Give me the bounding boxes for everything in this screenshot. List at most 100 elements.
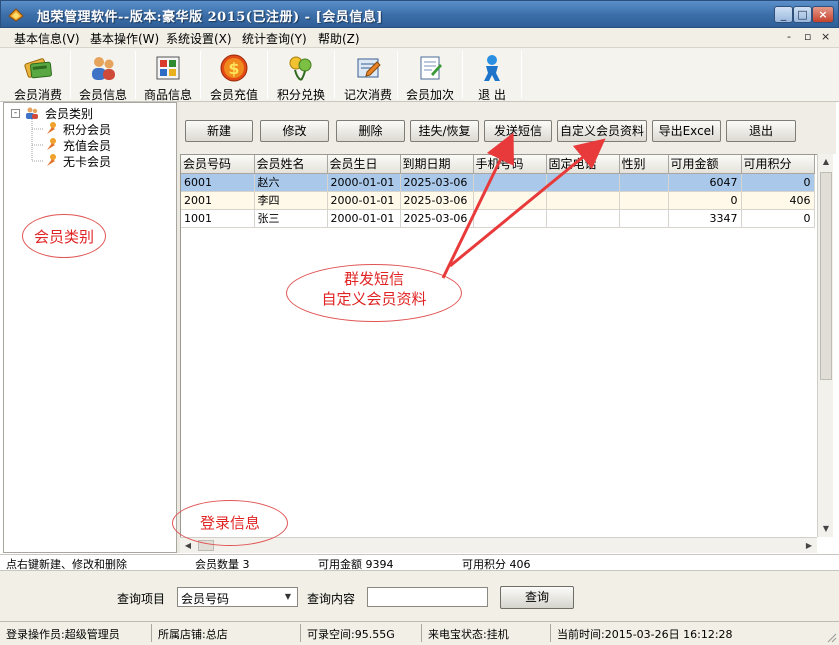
cell-balance: 3347 <box>668 209 742 228</box>
resize-grip-icon[interactable] <box>825 631 837 643</box>
table-row[interactable]: 2001 李四 2000-01-01 2025-03-06 0 406 <box>181 191 815 210</box>
toolbar-recharge[interactable]: $ 会员充值 <box>203 50 265 102</box>
annotation-login-info: 登录信息 <box>199 514 260 532</box>
member-table: 会员号码 会员姓名 会员生日 到期日期 手机号码 固定电话 性别 可用金额 可用… <box>180 154 817 537</box>
column-header-member-no[interactable]: 会员号码 <box>181 155 255 174</box>
toolbar-add-count[interactable]: 会员加次 <box>400 50 460 102</box>
toolbar-label: 积分兑换 <box>276 88 325 102</box>
cell-balance: 0 <box>668 191 742 210</box>
query-button[interactable]: 查询 <box>500 586 574 609</box>
report-loss-button[interactable]: 挂失/恢复 <box>410 120 479 142</box>
menu-basic-info[interactable]: 基本信息(V) <box>14 30 80 47</box>
cell-gender <box>619 209 669 228</box>
cell-member-no: 2001 <box>181 191 255 210</box>
column-header-phone[interactable]: 固定电话 <box>546 155 620 174</box>
toolbar-label: 记次消费 <box>343 88 392 102</box>
toolbar-label: 会员消费 <box>13 88 62 102</box>
points-exchange-icon <box>289 56 312 81</box>
status-bar: 登录操作员:超级管理员 所属店铺:总店 可录空间:95.55G 来电宝状态:挂机… <box>0 621 839 645</box>
query-item-select[interactable]: 会员号码 ▼ <box>177 587 298 607</box>
toolbar-product-info[interactable]: 商品信息 <box>138 50 198 102</box>
window-title: 旭荣管理软件--版本:豪华版 2015(已注册) - [会员信息] <box>37 10 383 25</box>
send-sms-button[interactable]: 发送短信 <box>484 120 552 142</box>
column-header-mobile[interactable]: 手机号码 <box>473 155 547 174</box>
cell-member-no: 1001 <box>181 209 255 228</box>
column-header-points[interactable]: 可用积分 <box>741 155 815 174</box>
cell-member-name: 张三 <box>254 209 328 228</box>
horizontal-scrollbar[interactable]: ◀ ▶ <box>180 537 817 553</box>
toolbar-member-consume[interactable]: 会员消费 <box>6 50 70 102</box>
new-button[interactable]: 新建 <box>185 120 253 142</box>
toolbar-label: 会员充值 <box>209 88 258 102</box>
cell-points: 0 <box>741 173 815 192</box>
member-info-icon <box>92 57 115 80</box>
query-content-label: 查询内容 <box>307 592 356 606</box>
vertical-scrollbar[interactable]: ▲ ▼ <box>817 154 833 537</box>
toolbar-member-info[interactable]: 会员信息 <box>73 50 133 102</box>
cell-points: 406 <box>741 191 815 210</box>
action-button-bar: 新建 修改 删除 挂失/恢复 发送短信 自定义会员资料 导出Excel 退出 <box>180 102 836 154</box>
recharge-icon: $ <box>220 54 248 82</box>
tree-item-no-card-member[interactable]: 无卡会员 <box>63 153 111 169</box>
maximize-button[interactable]: □ <box>793 6 812 23</box>
delete-button[interactable]: 删除 <box>336 120 405 142</box>
cell-balance: 6047 <box>668 173 742 192</box>
cell-gender <box>619 173 669 192</box>
column-header-birthday[interactable]: 会员生日 <box>327 155 401 174</box>
app-logo-icon <box>8 8 24 22</box>
minimize-button[interactable]: _ <box>774 6 793 23</box>
menu-help[interactable]: 帮助(Z) <box>318 30 360 47</box>
toolbar-count-consume[interactable]: 记次消费 <box>337 50 399 102</box>
column-header-member-name[interactable]: 会员姓名 <box>254 155 328 174</box>
member-count: 会员数量 3 <box>195 558 250 571</box>
menu-bar: 基本信息(V) 基本操作(W) 系统设置(X) 统计查询(Y) 帮助(Z) - … <box>0 28 839 47</box>
cell-points: 0 <box>741 209 815 228</box>
scroll-up-icon[interactable]: ▲ <box>818 154 834 170</box>
member-consume-icon <box>24 58 52 79</box>
export-excel-button[interactable]: 导出Excel <box>652 120 721 142</box>
close-button[interactable]: × <box>812 6 834 23</box>
column-header-gender[interactable]: 性别 <box>619 155 669 174</box>
exit-button[interactable]: 退出 <box>726 120 796 142</box>
total-balance: 可用金额 9394 <box>318 558 394 571</box>
edit-button[interactable]: 修改 <box>260 120 329 142</box>
cell-member-name: 李四 <box>254 191 328 210</box>
svg-text:$: $ <box>228 59 239 78</box>
column-header-expiry[interactable]: 到期日期 <box>400 155 474 174</box>
custom-member-fields-button[interactable]: 自定义会员资料 <box>557 120 647 142</box>
table-row[interactable]: 6001 赵六 2000-01-01 2025-03-06 6047 0 <box>181 173 815 192</box>
menu-statistics-query[interactable]: 统计查询(Y) <box>242 30 307 47</box>
status-operator: 登录操作员:超级管理员 <box>6 628 120 641</box>
context-menu-hint: 点右键新建、修改和删除 <box>6 558 127 571</box>
query-content-input[interactable] <box>367 587 488 607</box>
cell-mobile <box>473 209 547 228</box>
query-item-value: 会员号码 <box>181 592 230 606</box>
toolbar: 会员消费 会员信息 商品信息 $ 会员充值 积分兑换 记次消费 会员加次 退 出 <box>0 47 839 102</box>
tree-item-recharge-member[interactable]: 充值会员 <box>63 137 111 153</box>
toolbar-label: 退 出 <box>478 88 506 102</box>
toolbar-exit[interactable]: 退 出 <box>465 50 519 102</box>
menu-system-settings[interactable]: 系统设置(X) <box>166 30 232 47</box>
cell-expiry: 2025-03-06 <box>400 209 474 228</box>
dropdown-arrow-icon[interactable]: ▼ <box>281 590 295 604</box>
menu-basic-operation[interactable]: 基本操作(W) <box>90 30 159 47</box>
member-category-tree: - 会员类别 积分会员 充值会员 无卡会员 <box>3 102 177 553</box>
mdi-close-button[interactable]: × <box>821 30 830 43</box>
table-header-row: 会员号码 会员姓名 会员生日 到期日期 手机号码 固定电话 性别 可用金额 可用… <box>181 155 815 174</box>
scroll-down-icon[interactable]: ▼ <box>818 521 834 537</box>
tree-item-points-member[interactable]: 积分会员 <box>63 121 111 137</box>
mdi-restore-button[interactable]: ▫ <box>804 30 811 43</box>
mdi-minimize-button[interactable]: - <box>787 30 791 43</box>
scroll-right-icon[interactable]: ▶ <box>801 538 817 554</box>
scroll-thumb[interactable] <box>820 172 832 380</box>
query-bar: 查询项目 会员号码 ▼ 查询内容 查询 <box>0 571 839 621</box>
cell-birthday: 2000-01-01 <box>327 173 401 192</box>
annotation-member-category: 会员类别 <box>33 228 94 246</box>
cell-expiry: 2025-03-06 <box>400 191 474 210</box>
toolbar-label: 会员加次 <box>405 88 454 102</box>
column-header-balance[interactable]: 可用金额 <box>668 155 742 174</box>
status-time: 当前时间:2015-03-26日 16:12:28 <box>557 628 733 641</box>
count-consume-icon <box>357 58 381 78</box>
toolbar-points-exchange[interactable]: 积分兑换 <box>270 50 332 102</box>
table-row[interactable]: 1001 张三 2000-01-01 2025-03-06 3347 0 <box>181 209 815 228</box>
